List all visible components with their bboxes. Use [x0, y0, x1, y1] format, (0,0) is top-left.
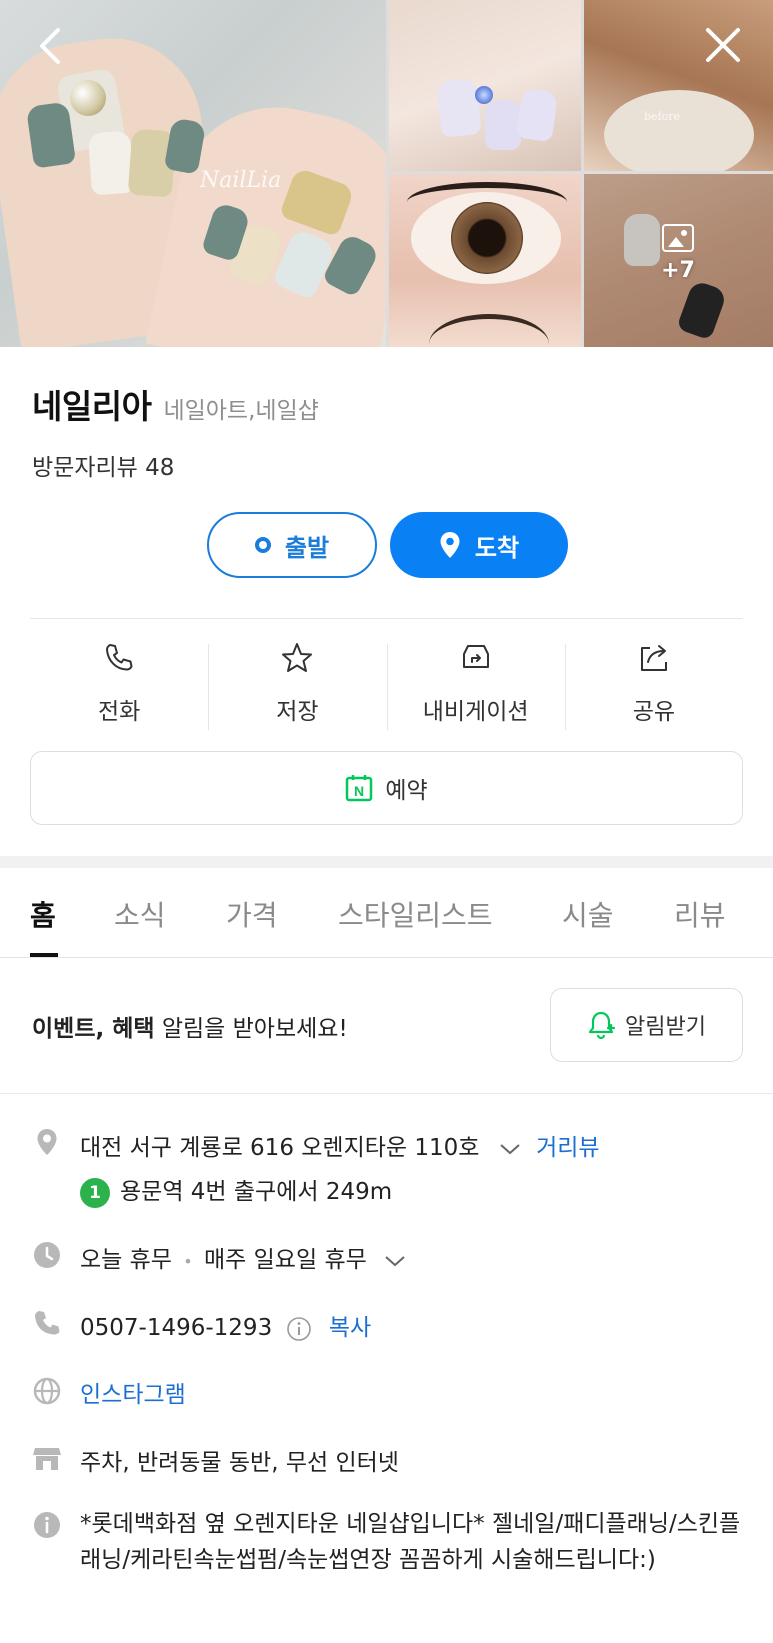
photo-gallery: NailLia before +7 [0, 0, 773, 347]
instagram-link[interactable]: 인스타그램 [80, 1375, 186, 1409]
reserve-button[interactable]: N 예약 [30, 751, 743, 825]
gallery-more-count: +7 [661, 258, 695, 283]
phone-number[interactable]: 0507-1496-1293 [80, 1315, 272, 1341]
nail-art [436, 78, 482, 138]
chevron-down-icon[interactable] [499, 1142, 521, 1156]
divider [30, 618, 743, 619]
nail-art [515, 87, 559, 143]
navigation-button[interactable]: 내비게이션 [386, 640, 565, 730]
visitor-review-count[interactable]: 방문자리뷰 48 [32, 448, 174, 482]
nail-gem [475, 86, 493, 104]
place-name: 네일리아 [32, 387, 152, 426]
origin-dot-icon [254, 537, 271, 553]
place-category: 네일아트,네일샵 [163, 398, 319, 424]
active-tab-indicator [30, 953, 58, 957]
subway-line-badge: 1 [80, 1177, 110, 1208]
phone-row: 0507-1496-1293 복사 [80, 1308, 371, 1342]
chevron-down-icon[interactable] [384, 1254, 406, 1268]
share-icon [640, 645, 667, 671]
tab-home[interactable]: 홈 [30, 894, 56, 934]
clock-icon [34, 1242, 60, 1268]
close-icon [706, 28, 740, 62]
tab-price[interactable]: 가격 [226, 894, 278, 934]
subscribe-alert-label: 알림받기 [625, 1015, 706, 1040]
eyelash [407, 182, 567, 222]
action-bar: 전화 저장 내비게이션 공유 [30, 640, 743, 730]
phone-icon [106, 644, 133, 671]
address-row: 대전 서구 계룡로 616 오렌지타운 110호 거리뷰 [80, 1128, 600, 1162]
reserve-label: 예약 [385, 778, 428, 804]
close-button[interactable] [700, 22, 748, 70]
subscribe-alert-button[interactable]: 알림받기 [550, 988, 743, 1062]
gallery-more-indicator[interactable]: +7 [650, 224, 706, 294]
globe-icon [33, 1377, 61, 1405]
watermark: NailLia [200, 168, 282, 193]
eyelash [429, 314, 549, 347]
tab-review[interactable]: 리뷰 [674, 894, 726, 934]
back-button[interactable] [28, 22, 76, 70]
arrive-button[interactable]: 도착 [390, 512, 568, 578]
depart-label: 출발 [284, 533, 330, 562]
place-description: *롯데백화점 옆 오렌지타운 네일샵입니다* 젤네일/패디플래닝/스킨플래닝/케… [80, 1511, 741, 1573]
tab-bar: 홈 소식 가격 스타일리스트 시술 리뷰 [0, 868, 773, 958]
save-button[interactable]: 저장 [208, 640, 386, 730]
star-icon [282, 643, 313, 672]
nail-art [25, 101, 77, 169]
tab-stylist[interactable]: 스타일리스트 [338, 894, 493, 934]
gallery-thumb[interactable] [389, 0, 581, 171]
bell-plus-icon [588, 1011, 616, 1040]
depart-button[interactable]: 출발 [207, 512, 377, 578]
divider [0, 1093, 773, 1094]
subway-distance-text: 용문역 4번 출구에서 249m [120, 1179, 393, 1205]
location-pin-icon [440, 532, 460, 558]
svg-text:N: N [354, 783, 364, 799]
navigation-icon [462, 645, 489, 668]
info-icon[interactable] [286, 1316, 312, 1342]
nail-art [87, 130, 135, 196]
store-icon [33, 1448, 61, 1470]
info-circle-icon [34, 1512, 60, 1538]
share-button[interactable]: 공유 [564, 640, 743, 730]
amenities-text: 주차, 반려동물 동반, 무선 인터넷 [80, 1450, 399, 1476]
alert-text-rest: 알림을 받아보세요! [154, 1016, 348, 1042]
image-icon [662, 224, 694, 252]
chevron-left-icon [40, 28, 60, 64]
share-label: 공유 [632, 699, 676, 725]
location-pin-icon [37, 1129, 57, 1155]
address-text: 대전 서구 계룡로 616 오렌지타운 110호 [80, 1135, 480, 1161]
phone-icon [35, 1311, 60, 1335]
call-button[interactable]: 전화 [30, 640, 208, 730]
call-label: 전화 [97, 699, 141, 725]
tab-treatment[interactable]: 시술 [562, 894, 614, 934]
hours-detail: 매주 일요일 휴무 [204, 1247, 367, 1273]
gallery-thumb[interactable] [389, 174, 581, 347]
copy-phone-button[interactable]: 복사 [329, 1315, 371, 1341]
alert-text-bold: 이벤트, 혜택 [32, 1016, 155, 1042]
subway-row: 1 용문역 4번 출구에서 249m [80, 1172, 392, 1208]
place-title-row: 네일리아 네일아트,네일샵 [32, 380, 319, 428]
before-label: before [644, 110, 681, 123]
event-alert-text: 이벤트, 혜택 알림을 받아보세요! [32, 1009, 348, 1043]
nail-art [485, 100, 521, 150]
tab-news[interactable]: 소식 [114, 894, 166, 934]
hours-status: 오늘 휴무 [80, 1247, 172, 1273]
save-label: 저장 [276, 699, 319, 725]
naver-booking-icon: N [346, 775, 373, 802]
street-view-link[interactable]: 거리뷰 [536, 1135, 599, 1161]
hours-separator: • [183, 1252, 193, 1271]
nail-gem [70, 80, 106, 116]
hours-row[interactable]: 오늘 휴무 • 매주 일요일 휴무 [80, 1240, 406, 1274]
arrive-label: 도착 [474, 533, 520, 562]
navigation-label: 내비게이션 [422, 699, 529, 725]
foot-shape [604, 90, 754, 171]
section-separator [0, 856, 773, 868]
